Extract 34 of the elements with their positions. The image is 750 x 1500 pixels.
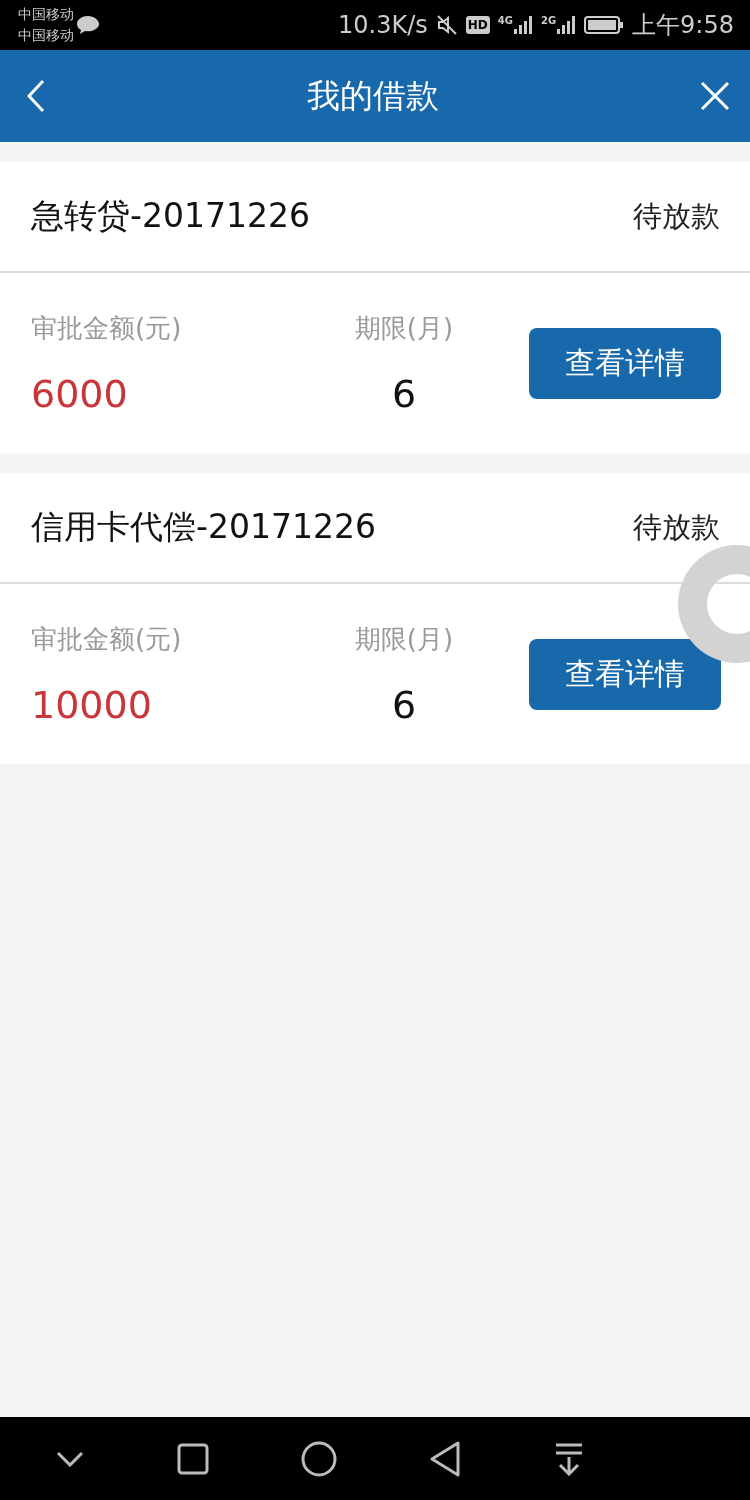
view-details-button[interactable]: 查看详情 [529, 327, 721, 399]
term-label: 期限(月) [354, 622, 454, 656]
back-icon[interactable] [429, 1440, 462, 1477]
view-details-button[interactable]: 查看详情 [529, 638, 721, 710]
page-title: 我的借款 [307, 74, 439, 117]
network-speed: 10.3K/s [337, 11, 428, 39]
hd-badge: HD [465, 16, 490, 34]
signal-icon [512, 15, 533, 35]
network-type: 2G [540, 15, 557, 26]
amount-label: 审批金额(元) [31, 311, 183, 345]
loan-title: 急转贷-20171226 [31, 195, 310, 237]
signal-icon [556, 15, 577, 35]
loan-amount: 10000 [31, 682, 153, 727]
loan-title: 信用卡代偿-20171226 [31, 506, 376, 548]
clock: 上午9:58 [632, 10, 734, 41]
pull-down-icon[interactable] [553, 1441, 584, 1476]
battery-icon [584, 15, 625, 35]
close-button[interactable] [700, 81, 730, 111]
loan-amount: 6000 [31, 371, 129, 416]
carrier-name: 中国移动 [18, 5, 74, 24]
network-type: 4G [497, 15, 513, 26]
home-icon[interactable] [300, 1440, 337, 1477]
carrier-name: 中国移动 [18, 26, 74, 45]
amount-label: 审批金额(元) [31, 622, 183, 656]
back-button[interactable] [26, 79, 46, 113]
loan-term: 6 [391, 371, 417, 416]
loan-term: 6 [391, 682, 417, 727]
mute-icon [435, 14, 458, 36]
loan-status: 待放款 [633, 508, 720, 546]
chat-bubble-icon [76, 14, 100, 36]
loan-status: 待放款 [633, 197, 720, 235]
term-label: 期限(月) [354, 311, 454, 345]
chevron-down-icon[interactable] [56, 1450, 85, 1467]
recent-apps-icon[interactable] [176, 1442, 209, 1475]
